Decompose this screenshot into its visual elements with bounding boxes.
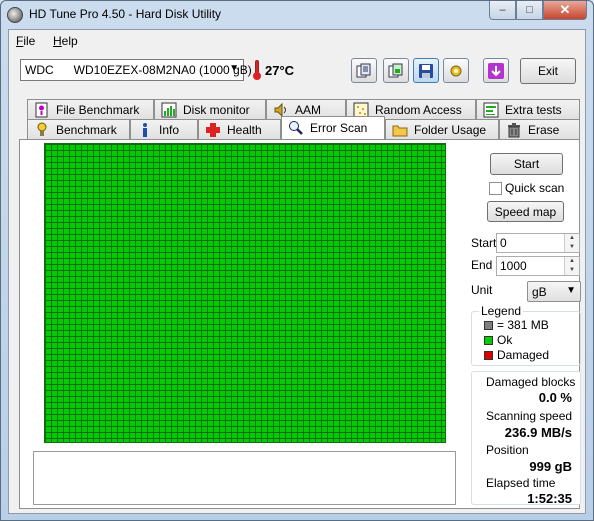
minimize-button[interactable]: –	[489, 1, 516, 20]
quick-scan-label: Quick scan	[505, 181, 565, 195]
save-icon	[419, 63, 433, 78]
tab-disk-monitor[interactable]: Disk monitor	[154, 99, 266, 119]
legend-damaged-label: Damaged	[497, 348, 550, 362]
legend-title: Legend	[479, 304, 524, 318]
trash-icon	[506, 122, 522, 138]
options-button[interactable]	[443, 58, 469, 83]
folder-icon	[392, 122, 408, 138]
chevron-down-icon: ▼	[229, 63, 239, 74]
tab-label: File Benchmark	[56, 102, 140, 117]
download-icon	[488, 62, 504, 79]
legend-damaged-swatch	[484, 351, 493, 360]
error-scan-block-map	[44, 143, 446, 443]
health-cross-icon	[205, 122, 221, 138]
copy-screenshot-button[interactable]	[383, 58, 409, 83]
copy-screenshot-icon	[388, 63, 403, 77]
window-title: HD Tune Pro 4.50 - Hard Disk Utility	[29, 7, 222, 21]
start-position-input[interactable]: 0 ▲ ▼	[496, 233, 580, 253]
scanning-speed-label: Scanning speed	[486, 409, 573, 423]
tab-erase[interactable]: Erase	[499, 119, 580, 139]
temperature-readout: 27°C	[265, 63, 295, 78]
spinner-down-icon[interactable]: ▼	[565, 266, 579, 275]
chevron-down-icon: ▼	[566, 285, 576, 296]
drive-select[interactable]: WDC WD10EZEX-08M2NA0 (1000 gB) ▼	[20, 59, 252, 81]
spinner-down-icon[interactable]: ▼	[565, 243, 579, 252]
menu-bar: File Help	[9, 30, 585, 51]
start-field-label: Start	[471, 236, 497, 250]
tab-label: Random Access	[375, 102, 462, 117]
elapsed-time-value: 1:52:35	[527, 491, 572, 506]
tab-label: Folder Usage	[414, 122, 487, 137]
tab-label: Benchmark	[56, 122, 117, 137]
client-area: File Help WDC WD10EZEX-08M2NA0 (1000 gB)…	[8, 29, 586, 514]
app-window: HD Tune Pro 4.50 - Hard Disk Utility – □…	[0, 0, 594, 521]
legend-block-swatch	[484, 321, 493, 330]
damaged-blocks-value: 0.0 %	[538, 390, 572, 405]
hdtune-app-icon	[7, 7, 23, 23]
scan-log-box	[33, 451, 456, 505]
tab-label: Disk monitor	[183, 102, 250, 117]
disk-monitor-icon	[161, 102, 177, 118]
benchmark-icon	[34, 122, 50, 138]
legend-ok-label: Ok	[497, 333, 513, 347]
close-button[interactable]: ✕	[543, 1, 587, 20]
info-icon	[137, 122, 153, 138]
tab-error-scan[interactable]: Error Scan	[281, 116, 385, 139]
download-button[interactable]	[483, 58, 509, 83]
start-scan-button[interactable]: Start	[490, 153, 563, 175]
tab-health[interactable]: Health	[198, 119, 281, 139]
tab-label: Extra tests	[505, 102, 562, 117]
position-value: 999 gB	[529, 459, 572, 474]
tab-file-benchmark[interactable]: File Benchmark	[27, 99, 154, 119]
tab-folder-usage[interactable]: Folder Usage	[385, 119, 499, 139]
speed-map-button[interactable]: Speed map	[487, 201, 564, 222]
damaged-blocks-label: Damaged blocks	[486, 375, 576, 389]
end-field-label: End	[471, 258, 493, 272]
copy-text-button[interactable]	[351, 58, 377, 83]
position-label: Position	[486, 443, 529, 457]
start-spinner[interactable]: ▲ ▼	[564, 234, 579, 252]
quick-scan-checkbox[interactable]	[489, 182, 502, 195]
tab-label: Health	[227, 122, 262, 137]
end-spinner[interactable]: ▲ ▼	[564, 257, 579, 275]
tab-label: Erase	[528, 122, 560, 137]
scanning-speed-value: 236.9 MB/s	[504, 425, 572, 440]
tab-label: Error Scan	[310, 121, 368, 135]
copy-text-icon	[356, 63, 371, 77]
save-button[interactable]	[413, 58, 439, 83]
magnifier-icon	[288, 120, 304, 136]
menu-help[interactable]: Help	[53, 34, 78, 48]
tab-label: Info	[159, 122, 180, 137]
legend-ok-swatch	[484, 336, 493, 345]
file-benchmark-icon	[34, 102, 50, 118]
exit-button[interactable]: Exit	[520, 58, 576, 84]
unit-label: Unit	[471, 283, 493, 297]
tab-info[interactable]: Info	[130, 119, 198, 139]
thermometer-icon	[252, 60, 262, 80]
elapsed-time-label: Elapsed time	[486, 476, 556, 490]
tab-label: AAM	[295, 102, 322, 117]
spinner-up-icon[interactable]: ▲	[565, 234, 579, 243]
maximize-button[interactable]: □	[516, 1, 543, 20]
options-icon	[450, 65, 462, 76]
scan-stats-box: Damaged blocks 0.0 % Scanning speed 236.…	[471, 371, 581, 506]
title-bar[interactable]: HD Tune Pro 4.50 - Hard Disk Utility – □…	[1, 1, 593, 29]
error-scan-panel: Start Quick scan Speed map Start 0 ▲ ▼ En…	[19, 139, 581, 509]
menu-file[interactable]: File	[16, 34, 35, 48]
legend-block-size: = 381 MB	[497, 318, 549, 332]
tab-extra-tests[interactable]: Extra tests	[476, 99, 580, 119]
unit-select[interactable]: gB ▼	[527, 281, 581, 302]
spinner-up-icon[interactable]: ▲	[565, 257, 579, 266]
extra-tests-icon	[483, 102, 499, 118]
end-position-input[interactable]: 1000 ▲ ▼	[496, 256, 580, 276]
legend-box: Legend = 381 MB Ok Damaged	[471, 304, 581, 366]
tab-benchmark[interactable]: Benchmark	[27, 119, 130, 139]
